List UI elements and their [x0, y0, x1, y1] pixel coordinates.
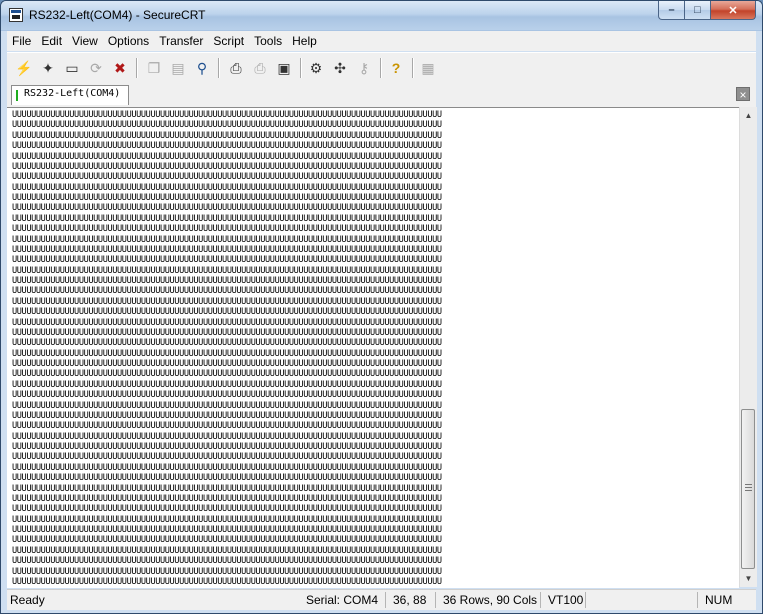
toolbar-separator: [300, 58, 302, 78]
print-selection-icon[interactable]: ⎙: [250, 58, 270, 78]
toolbar-separator: [218, 58, 220, 78]
toolbar-separator: [136, 58, 138, 78]
status-divider: [435, 592, 436, 608]
global-options-icon[interactable]: ✣: [330, 58, 350, 78]
menu-options[interactable]: Options: [103, 31, 154, 51]
toolbar-separator: [380, 58, 382, 78]
status-num-lock: NUM: [705, 593, 733, 607]
menu-view[interactable]: View: [67, 31, 103, 51]
window-title: RS232-Left(COM4) - SecureCRT: [29, 8, 206, 22]
status-bar: Ready Serial: COM4 36, 88 36 Rows, 90 Co…: [7, 589, 756, 610]
status-divider: [540, 592, 541, 608]
menu-transfer[interactable]: Transfer: [154, 31, 208, 51]
menu-help[interactable]: Help: [287, 31, 322, 51]
disconnect-icon[interactable]: ✖: [110, 58, 130, 78]
status-divider: [697, 592, 698, 608]
reconnect-icon[interactable]: ⟳: [86, 58, 106, 78]
status-divider: [585, 592, 586, 608]
menu-edit[interactable]: Edit: [36, 31, 67, 51]
window-controls: – □ ✕: [658, 1, 756, 21]
print-icon[interactable]: ⎙: [226, 58, 246, 78]
connected-status-icon: [16, 90, 18, 101]
quick-connect-icon[interactable]: ✦: [38, 58, 58, 78]
maximize-button[interactable]: □: [685, 1, 711, 20]
printer-icon[interactable]: ▣: [274, 58, 294, 78]
securecrt-app-icon[interactable]: [9, 8, 23, 22]
securecrt-window: RS232-Left(COM4) - SecureCRT – □ ✕ File …: [0, 0, 763, 614]
scrollbar-thumb[interactable]: [741, 409, 755, 569]
close-button[interactable]: ✕: [711, 1, 756, 20]
status-cursor-position: 36, 88: [393, 593, 427, 607]
paste-icon[interactable]: ▤: [168, 58, 188, 78]
copy-icon[interactable]: ❐: [144, 58, 164, 78]
menu-bar: File Edit View Options Transfer Script T…: [7, 31, 756, 51]
menu-file[interactable]: File: [7, 31, 36, 51]
menu-tools[interactable]: Tools: [249, 31, 287, 51]
minimize-button[interactable]: –: [658, 1, 685, 20]
session-tab-strip: RS232-Left(COM4) ×: [7, 83, 756, 107]
scroll-down-icon[interactable]: ▼: [740, 570, 757, 587]
menu-script[interactable]: Script: [208, 31, 249, 51]
terminal-output: UUUUUUUUUUUUUUUUUUUUUUUUUUUUUUUUUUUUUUUU…: [12, 110, 442, 587]
status-terminal-size: 36 Rows, 90 Cols: [443, 593, 538, 607]
connect-icon[interactable]: ⚡: [14, 58, 34, 78]
status-emulation: VT100: [548, 593, 584, 607]
status-ready: Ready: [10, 593, 45, 607]
toolbar-separator: [412, 58, 414, 78]
grip-icon: [745, 484, 752, 491]
tab-rs232-left[interactable]: RS232-Left(COM4): [11, 85, 129, 105]
tab-label: RS232-Left(COM4): [24, 88, 121, 99]
terminal-screen[interactable]: UUUUUUUUUUUUUUUUUUUUUUUUUUUUUUUUUUUUUUUU…: [7, 107, 739, 588]
close-tab-icon[interactable]: ×: [736, 87, 750, 102]
status-divider: [385, 592, 386, 608]
help-icon[interactable]: ?: [386, 58, 406, 78]
find-icon[interactable]: ⚲: [192, 58, 212, 78]
vertical-scrollbar[interactable]: ▲ ▼: [739, 107, 757, 587]
session-options-icon[interactable]: ⚙: [306, 58, 326, 78]
log-icon[interactable]: ▦: [418, 58, 438, 78]
key-icon[interactable]: ⚷: [354, 58, 374, 78]
scroll-up-icon[interactable]: ▲: [740, 107, 757, 124]
status-serial: Serial: COM4: [306, 593, 379, 607]
title-bar[interactable]: RS232-Left(COM4) - SecureCRT – □ ✕: [1, 1, 762, 30]
connect-in-tab-icon[interactable]: ▭: [62, 58, 82, 78]
toolbar: ⚡ ✦ ▭ ⟳ ✖ ❐ ▤ ⚲ ⎙ ⎙ ▣ ⚙ ✣ ⚷ ? ▦: [7, 52, 756, 84]
